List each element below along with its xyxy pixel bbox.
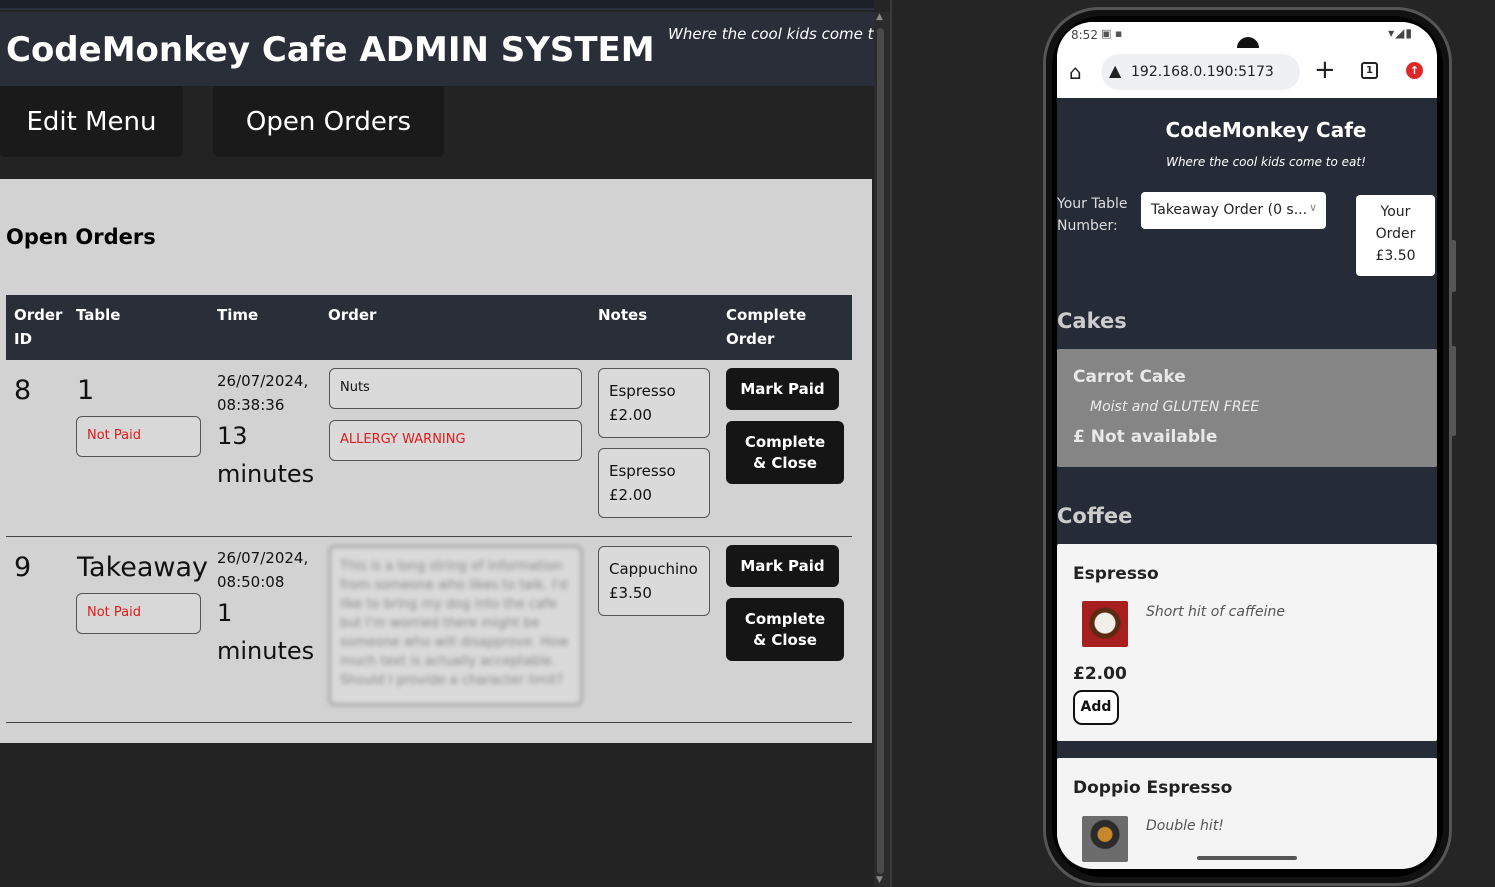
table-number-label: Your Table Number: [1057,196,1128,234]
your-order-button[interactable]: Your Order £3.50 [1356,195,1435,276]
table-select[interactable]: Takeaway Order (0 s... ∨ [1141,192,1326,229]
mark-paid-button[interactable]: Mark Paid [726,545,839,587]
category-title-cakes: Cakes [1057,309,1127,333]
item-price: £2.00 [609,406,652,424]
open-orders-panel: Open Orders Order ID Table Time Order No… [0,179,872,743]
complete-close-button[interactable]: Complete & Close [726,598,844,661]
panel-title: Open Orders [6,225,156,249]
espresso-image [1082,601,1128,647]
order-note: This is a long string of information fro… [329,546,582,705]
column-header-notes: Notes [598,306,648,324]
admin-scrollbar[interactable]: ▲ ▼ [874,12,890,887]
column-header-table: Table [76,306,121,324]
admin-header: CodeMonkey Cafe ADMIN SYSTEM Where the c… [0,12,874,86]
item-price: £3.50 [609,584,652,602]
category-title-coffee: Coffee [1057,504,1133,528]
item-description: Moist and GLUTEN FREE [1090,399,1260,415]
order-item: Cappuchino £3.50 [598,546,710,616]
scroll-down-icon[interactable]: ▼ [876,875,883,885]
order-id: 8 [14,375,32,406]
menu-item-card: Espresso Short hit of caffeine £2.00 Add [1057,544,1437,741]
address-bar[interactable]: ▲ 192.168.0.190:5173 [1101,54,1300,90]
url-text[interactable]: 192.168.0.190:5173 [1131,64,1274,80]
your-order-total: £3.50 [1375,248,1416,264]
table-number: Takeaway [77,552,209,583]
phone-screen: 8:52 ▣ ▪ ▾◢▮ ⌂ ▲ 192.168.0.190:5173 + 1 … [1057,22,1437,869]
menu-item-card: Carrot Cake Moist and GLUTEN FREE £ Not … [1057,349,1437,467]
column-header-order: Order [328,306,377,324]
column-header-complete-order: Complete Order [726,306,807,348]
order-elapsed: 1 minutes [217,599,315,665]
new-tab-icon[interactable]: + [1314,55,1336,85]
volume-button [1451,240,1456,292]
admin-tagline: Where the cool kids come to eat! [668,25,874,43]
item-description: Double hit! [1146,818,1224,834]
window-divider [890,0,892,887]
edit-menu-button[interactable]: Edit Menu [0,86,183,157]
complete-close-button[interactable]: Complete & Close [726,421,844,484]
your-order-line2: Order [1375,226,1416,242]
table-row: 9 Takeaway Not Paid 26/07/2024, 08:50:08… [6,537,852,723]
order-timestamp: 26/07/2024, 08:50:08 [217,549,309,591]
item-name: Carrot Cake [1073,367,1186,387]
scroll-up-icon[interactable]: ▲ [876,12,883,22]
not-secure-warning-icon[interactable]: ▲ [1109,61,1121,80]
cafe-page: CodeMonkey Cafe Where the cool kids come… [1057,98,1437,869]
order-timestamp: 26/07/2024, 08:38:36 [217,372,309,414]
allergy-warning-note: ALLERGY WARNING [329,420,582,461]
window-top-strip [0,0,874,10]
table-select-value: Takeaway Order (0 s... [1151,202,1308,218]
table-row: 8 1 Not Paid 26/07/2024, 08:38:36 13 min… [6,360,852,537]
item-description: Short hit of caffeine [1146,604,1286,620]
orders-table-header: Order ID Table Time Order Notes Complete… [6,295,852,360]
item-name: Espresso [1073,564,1159,584]
item-price: £2.00 [609,486,652,504]
power-button [1451,346,1456,436]
column-header-time: Time [217,306,259,324]
status-time: 8:52 [1071,28,1098,42]
order-item: Espresso £2.00 [598,368,710,438]
mark-paid-button[interactable]: Mark Paid [726,368,839,410]
doppio-espresso-image [1082,816,1128,862]
cafe-title: CodeMonkey Cafe [1165,118,1367,142]
item-price: £2.00 [1073,664,1127,684]
order-id: 9 [14,552,32,583]
item-price: £ Not available [1073,427,1218,447]
cafe-tagline: Where the cool kids come to eat! [1166,155,1366,169]
notification-icons: ▣ ▪ [1101,27,1123,40]
item-name: Espresso [609,462,676,480]
tab-switcher-icon[interactable]: 1 [1361,62,1378,79]
item-name: Cappuchino [609,560,698,578]
payment-status-badge: Not Paid [76,416,201,457]
open-orders-button[interactable]: Open Orders [213,86,444,157]
item-name: Espresso [609,382,676,400]
scrollbar-thumb[interactable] [877,28,884,874]
order-item: Espresso £2.00 [598,448,710,518]
column-header-order-id: Order ID [14,306,63,348]
menu-item-card: Doppio Espresso Double hit! [1057,758,1437,869]
item-name: Doppio Espresso [1073,778,1233,798]
signal-battery-icons: ▾◢▮ [1388,26,1413,40]
your-order-line1: Your [1380,204,1411,220]
browser-toolbar: ⌂ ▲ 192.168.0.190:5173 + 1 ↑ [1057,48,1437,98]
admin-title: CodeMonkey Cafe ADMIN SYSTEM [6,30,655,70]
table-number: 1 [77,375,95,406]
add-to-order-button[interactable]: Add [1073,690,1119,725]
gesture-bar[interactable] [1197,856,1297,860]
admin-window: CodeMonkey Cafe ADMIN SYSTEM Where the c… [0,0,874,887]
home-icon[interactable]: ⌂ [1069,60,1082,84]
order-elapsed: 13 minutes [217,422,315,488]
payment-status-badge: Not Paid [76,593,201,634]
order-note: Nuts [329,368,582,409]
update-icon[interactable]: ↑ [1406,62,1423,79]
chevron-down-icon: ∨ [1308,201,1317,214]
